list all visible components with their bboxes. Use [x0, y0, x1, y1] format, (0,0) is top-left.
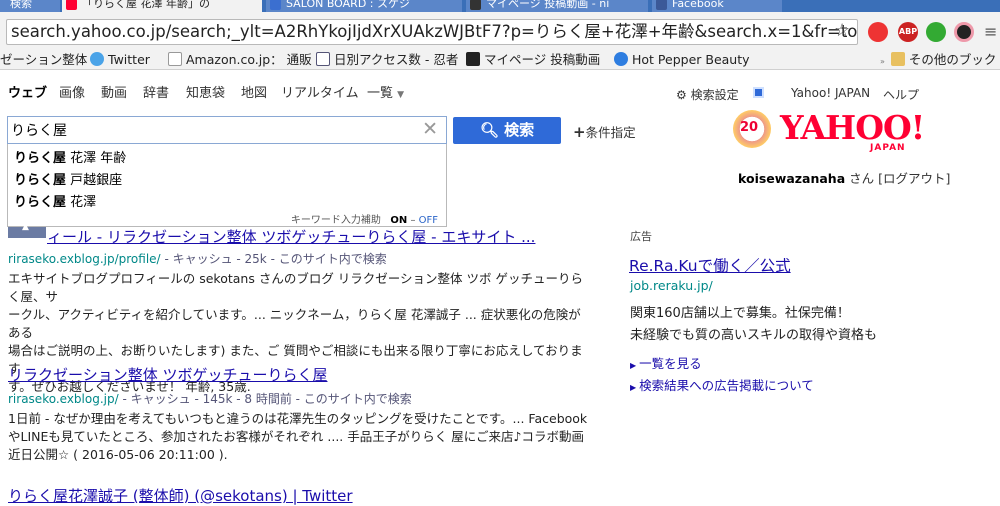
tab-label: SALON BOARD : スケジ	[286, 0, 410, 10]
ad-info-link[interactable]: ▶ 検索結果への広告掲載について	[630, 375, 814, 394]
username: koisewazanaha	[738, 171, 846, 186]
chart-icon	[316, 52, 330, 66]
browser-toolbar: search.yahoo.co.jp/search;_ylt=A2RhYkojI…	[0, 12, 1000, 49]
triangle-right-icon: ▶	[630, 361, 637, 370]
triangle-up-icon: ▲	[22, 222, 29, 232]
search-button[interactable]: 🔍︎ 検索	[453, 117, 561, 144]
extension-red-icon[interactable]	[868, 22, 888, 42]
salonboard-favicon-icon	[270, 0, 281, 10]
extension-circle-icon[interactable]	[954, 22, 974, 42]
result-url: riraseko.exblog.jp/ - キャッシュ - 145k - 8 時…	[8, 392, 412, 406]
collapse-suggest-button[interactable]: ▲	[8, 222, 46, 238]
tab-chiebukuro[interactable]: 知恵袋	[186, 82, 225, 101]
yahoo-favicon-icon	[66, 0, 77, 10]
hotpepper-icon	[614, 52, 628, 66]
result-url: riraseko.exblog.jp/profile/ - キャッシュ - 25…	[8, 252, 387, 266]
address-bar[interactable]: search.yahoo.co.jp/search;_ylt=A2RhYkojI…	[6, 19, 858, 45]
bookmark-twitter[interactable]: Twitter	[90, 51, 150, 68]
result-title[interactable]: りらく屋花澤誠子 (整体師) (@sekotans) | Twitter	[8, 485, 353, 506]
folder-icon	[890, 52, 905, 66]
browser-tab-active[interactable]: 「りらく屋 花澤 年齢」の	[62, 0, 262, 12]
ad-text: 関東160店舗以上で募集。社保完備！	[630, 306, 850, 321]
gear-icon: ⚙	[676, 88, 687, 102]
ad-list-link[interactable]: ▶ 一覧を見る	[630, 353, 702, 372]
anniversary-badge-icon: 20	[733, 110, 771, 148]
bookmark-hotpepper[interactable]: Hot Pepper Beauty	[614, 51, 750, 68]
niconico-icon	[466, 52, 480, 66]
ad-title[interactable]: Re.Ra.Kuで働く／公式	[629, 254, 791, 276]
yahoo-logo[interactable]: YAHOO! JAPAN	[780, 110, 926, 156]
chevron-down-icon: ▼	[397, 90, 405, 100]
result-title[interactable]: ィール - リラクゼーション整体 ツボゲッチューりらく屋 - エキサイト ...	[47, 226, 535, 247]
tab-label: Facebook	[672, 0, 724, 10]
plus-icon: +	[573, 123, 586, 141]
address-url: search.yahoo.co.jp/search;_ylt=A2RhYkojI…	[11, 22, 858, 41]
search-box: ✕	[7, 116, 447, 144]
help-link[interactable]: ヘルプ	[883, 86, 919, 103]
home-icon[interactable]	[753, 86, 764, 100]
suggestion-item[interactable]: りらく屋 花澤	[14, 191, 96, 210]
adblock-icon[interactable]: ABP	[898, 22, 918, 42]
suggest-footer: キーワード入力補助 ON – OFF	[290, 215, 438, 226]
tab-label: 「りらく屋 花澤 年齢」の	[82, 0, 210, 10]
tab-images[interactable]: 画像	[59, 82, 85, 101]
search-icon: 🔍︎	[479, 121, 499, 139]
tab-video[interactable]: 動画	[101, 82, 127, 101]
result-title[interactable]: リラクゼーション整体 ツボゲッチューりらく屋	[8, 364, 327, 385]
result-snippet: 1日前 - なぜか理由を考えてもいつもと違うのは花澤先生のタッピングを受けたこと…	[8, 411, 588, 462]
suggest-on-toggle[interactable]: ON	[390, 215, 407, 226]
suggestion-item[interactable]: りらく屋 花澤 年齢	[14, 147, 126, 166]
amazon-icon	[168, 52, 182, 66]
bookmark-access[interactable]: 日別アクセス数 - 忍者	[316, 51, 458, 68]
bookmarks-bar: ゼーション整体 Twitter Amazon.co.jp： 通販 日別アクセス数…	[0, 49, 1000, 70]
extension-green-icon[interactable]	[926, 22, 946, 42]
search-verticals: ウェブ 画像 動画 辞書 知恵袋 地図 リアルタイム 一覧 ▼ ⚙ 検索設定 Y…	[0, 70, 1000, 112]
tab-strip: 検索 「りらく屋 花澤 年齢」の SALON BOARD : スケジ マイページ…	[0, 0, 1000, 12]
conditions-link[interactable]: +条件指定	[573, 122, 636, 141]
bookmark-other-folder[interactable]: » その他のブック	[880, 51, 996, 70]
browser-menu-icon[interactable]: ≡	[984, 22, 997, 41]
tab-realtime[interactable]: リアルタイム	[281, 82, 359, 101]
yahoo-japan-link[interactable]: Yahoo! JAPAN	[791, 86, 870, 100]
twitter-bird-icon	[90, 52, 104, 66]
suggestion-dropdown: りらく屋 花澤 年齢 りらく屋 戸越銀座 りらく屋 花澤 キーワード入力補助 O…	[7, 144, 447, 227]
ad-label: 広告	[630, 230, 652, 243]
browser-tab-3[interactable]: マイページ 投稿動画 - ni	[466, 0, 648, 12]
bookmark-mypage[interactable]: マイページ 投稿動画	[466, 51, 600, 68]
ad-url[interactable]: job.reraku.jp/	[630, 278, 713, 293]
tab-map[interactable]: 地図	[241, 82, 267, 101]
ad-text: 未経験でも質の高いスキルの取得や資格も	[630, 328, 878, 343]
bookmark-star-icon[interactable]: ☆	[834, 20, 850, 41]
logout-link[interactable]: [ログアウト]	[878, 171, 950, 186]
tab-label: マイページ 投稿動画 - ni	[486, 0, 610, 10]
tab-label: 検索	[10, 0, 32, 10]
suggestion-item[interactable]: りらく屋 戸越銀座	[14, 169, 122, 188]
tab-dictionary[interactable]: 辞書	[143, 82, 169, 101]
chevron-right-icon: »	[880, 57, 885, 66]
browser-tab-2[interactable]: SALON BOARD : スケジ	[266, 0, 462, 12]
triangle-right-icon: ▶	[630, 383, 637, 392]
niconico-favicon-icon	[470, 0, 481, 10]
browser-tab-4[interactable]: Facebook	[652, 0, 782, 12]
suggest-off-toggle[interactable]: OFF	[419, 215, 438, 226]
bookmark-0[interactable]: ゼーション整体	[0, 51, 87, 68]
browser-tab-0[interactable]: 検索	[0, 0, 60, 12]
clear-icon[interactable]: ✕	[422, 118, 438, 140]
facebook-favicon-icon	[656, 0, 667, 10]
tab-web[interactable]: ウェブ	[8, 82, 47, 101]
search-input[interactable]	[8, 117, 408, 143]
bookmark-amazon[interactable]: Amazon.co.jp： 通販	[168, 51, 312, 68]
tab-list[interactable]: 一覧 ▼	[367, 82, 404, 101]
search-settings-link[interactable]: ⚙ 検索設定	[676, 86, 739, 103]
user-info: koisewazanaha さん [ログアウト]	[738, 171, 951, 186]
